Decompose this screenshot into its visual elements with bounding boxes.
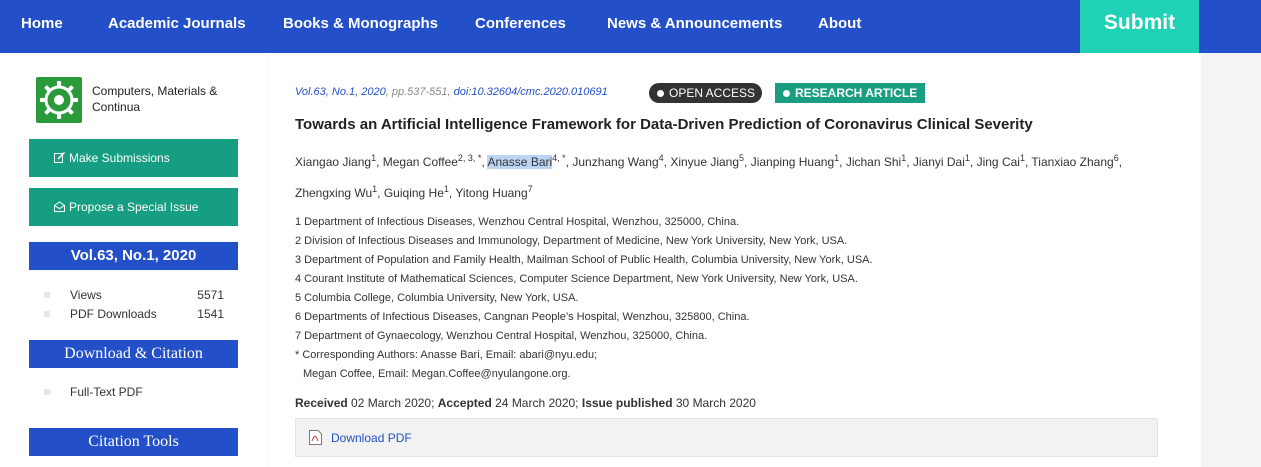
author-name[interactable]: Junzhang Wang xyxy=(572,155,658,169)
affiliation: 3 Department of Population and Family He… xyxy=(295,254,873,266)
open-access-badge: OPEN ACCESS xyxy=(649,83,762,103)
corresponding-authors: * Corresponding Authors: Anasse Bari, Em… xyxy=(295,349,598,361)
author-name[interactable]: Zhengxing Wu xyxy=(295,186,372,200)
affiliation: 6 Departments of Infectious Diseases, Ca… xyxy=(295,311,750,323)
author-name[interactable]: Jianping Huang xyxy=(751,155,834,169)
download-pdf-bar: Download PDF xyxy=(295,418,1158,457)
accepted-label: Accepted xyxy=(437,396,492,410)
propose-special-issue-label: Propose a Special Issue xyxy=(69,200,199,214)
article-dates: Received 02 March 2020; Accepted 24 Marc… xyxy=(295,396,756,410)
citation-tools-heading[interactable]: Citation Tools xyxy=(29,428,238,456)
published-date: 30 March 2020 xyxy=(672,396,756,410)
authors-line-1: Xiangao Jiang1, Megan Coffee2, 3, *, Ana… xyxy=(295,153,1123,169)
dot-icon xyxy=(657,90,664,97)
stat-value: 1541 xyxy=(197,307,224,321)
accepted-date: 24 March 2020; xyxy=(491,396,582,410)
stat-label: Views xyxy=(70,288,102,302)
stat-label: PDF Downloads xyxy=(70,307,157,321)
published-label: Issue published xyxy=(581,396,673,410)
nav-news-announcements[interactable]: News & Announcements xyxy=(607,0,782,48)
author-name[interactable]: Yitong Huang xyxy=(455,186,527,200)
author-name[interactable]: Guiqing He xyxy=(384,186,444,200)
authors-line-2: Zhengxing Wu1, Guiqing He1, Yitong Huang… xyxy=(295,184,533,200)
author-name[interactable]: Xinyue Jiang xyxy=(670,155,739,169)
affiliation: 2 Division of Infectious Diseases and Im… xyxy=(295,235,848,247)
envelope-icon xyxy=(54,201,65,212)
author-name[interactable]: Xiangao Jiang xyxy=(295,155,371,169)
nav-about[interactable]: About xyxy=(818,0,861,48)
submit-button[interactable]: Submit xyxy=(1080,0,1199,53)
affiliation: 4 Courant Institute of Mathematical Scie… xyxy=(295,273,858,285)
research-article-label: RESEARCH ARTICLE xyxy=(795,86,918,100)
make-submissions-label: Make Submissions xyxy=(69,151,170,165)
bullet-icon xyxy=(44,292,50,298)
nav-conferences[interactable]: Conferences xyxy=(475,0,566,48)
author-sup: 4 xyxy=(658,153,664,163)
stat-views: Views 5571 xyxy=(42,287,224,303)
dot-icon xyxy=(783,90,790,97)
research-article-badge: RESEARCH ARTICLE xyxy=(775,83,925,103)
download-citation-heading: Download & Citation xyxy=(29,340,238,368)
author-name[interactable]: Tianxiao Zhang xyxy=(1031,155,1113,169)
bullet-icon xyxy=(44,311,50,317)
author-name[interactable]: Megan Coffee xyxy=(383,155,458,169)
meta-pages: pp.537-551, xyxy=(391,86,451,98)
author-sup: 2, 3, * xyxy=(457,153,482,163)
open-access-label: OPEN ACCESS xyxy=(669,86,756,100)
article-meta: Vol.63, No.1, 2020, pp.537-551, doi:10.3… xyxy=(295,86,608,98)
top-nav: Home Academic Journals Books & Monograph… xyxy=(0,0,1261,53)
corresponding-authors-2: Megan Coffee, Email: Megan.Coffee@nyulan… xyxy=(303,368,571,380)
author-sup: 4, * xyxy=(552,153,566,163)
stat-value: 5571 xyxy=(197,288,224,302)
received-label: Received xyxy=(295,396,348,410)
author-sup: 1 xyxy=(1019,153,1025,163)
nav-academic-journals[interactable]: Academic Journals xyxy=(108,0,246,48)
nav-books-monographs[interactable]: Books & Monographs xyxy=(283,0,438,48)
gear-logo-icon xyxy=(40,81,78,119)
full-text-pdf-item[interactable]: Full-Text PDF xyxy=(42,384,224,400)
pdf-file-icon xyxy=(309,430,322,445)
edit-icon xyxy=(54,152,65,163)
meta-doi-link[interactable]: doi:10.32604/cmc.2020.010691 xyxy=(454,86,608,98)
author-name[interactable]: Jichan Shi xyxy=(846,155,901,169)
bullet-icon xyxy=(44,389,50,395)
author-sup: 1 xyxy=(372,184,378,194)
article-title: Towards an Artificial Intelligence Frame… xyxy=(295,116,1033,133)
author-sup: 5 xyxy=(739,153,745,163)
author-sup: 1 xyxy=(371,153,377,163)
journal-logo[interactable] xyxy=(36,77,82,123)
download-pdf-link[interactable]: Download PDF xyxy=(331,431,412,445)
author-sup: 1 xyxy=(964,153,970,163)
author-sup: 1 xyxy=(443,184,449,194)
affiliation: 7 Department of Gynaecology, Wenzhou Cen… xyxy=(295,330,708,342)
affiliation: 5 Columbia College, Columbia University,… xyxy=(295,292,579,304)
volume-heading: Vol.63, No.1, 2020 xyxy=(29,242,238,270)
affiliation: 1 Department of Infectious Diseases, Wen… xyxy=(295,216,740,228)
meta-volume-link[interactable]: Vol.63, No.1, 2020 xyxy=(295,86,386,98)
author-sup: 1 xyxy=(901,153,907,163)
author-sup: 6 xyxy=(1113,153,1119,163)
full-text-pdf-link[interactable]: Full-Text PDF xyxy=(70,384,143,400)
author-sup: 1 xyxy=(834,153,840,163)
stat-pdf-downloads: PDF Downloads 1541 xyxy=(42,306,224,322)
journal-name[interactable]: Computers, Materials & Continua xyxy=(92,83,242,115)
nav-home[interactable]: Home xyxy=(21,0,63,48)
author-name-highlighted[interactable]: Anasse Bari xyxy=(487,155,553,169)
author-name[interactable]: Jing Cai xyxy=(977,155,1020,169)
propose-special-issue-button[interactable]: Propose a Special Issue xyxy=(29,188,238,226)
author-name[interactable]: Jianyi Dai xyxy=(913,155,965,169)
make-submissions-button[interactable]: Make Submissions xyxy=(29,139,238,177)
author-sup: 7 xyxy=(527,184,533,194)
received-date: 02 March 2020; xyxy=(347,396,438,410)
